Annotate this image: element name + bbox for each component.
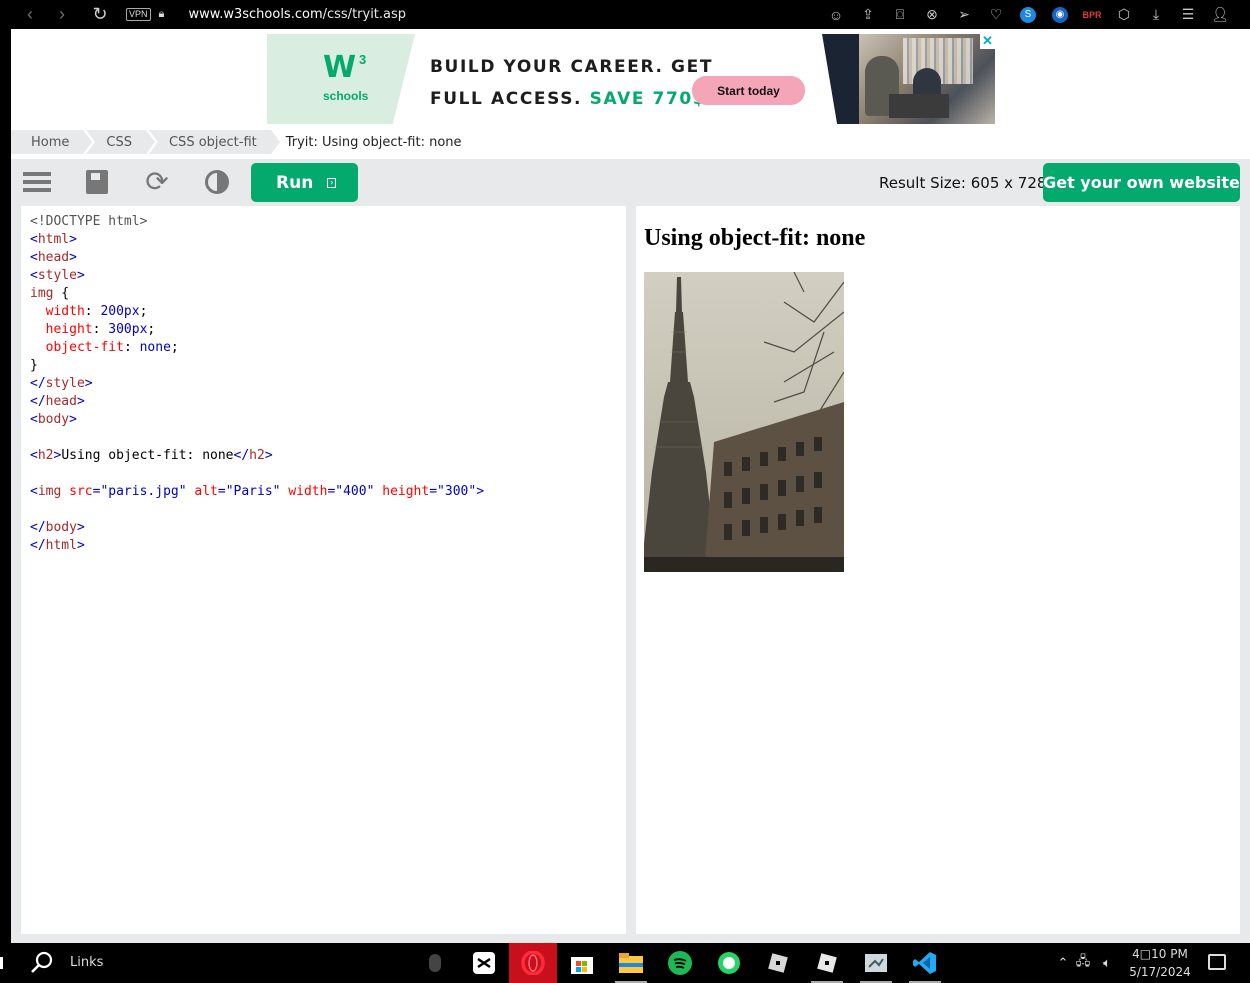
search-icon[interactable]	[29, 950, 55, 976]
code-line: <head>	[30, 250, 77, 265]
vpn-badge[interactable]: VPN	[126, 8, 151, 21]
code-line: </style>	[30, 376, 93, 391]
run-arrow-icon: ›	[327, 177, 337, 188]
volume-icon[interactable]: 🔈︎	[1095, 955, 1119, 971]
ad-save-text: SAVE 770$	[589, 89, 707, 109]
heart-icon[interactable]: ♡	[980, 5, 1012, 25]
ad-headline-prefix: FULL ACCESS.	[430, 89, 590, 109]
ad-banner[interactable]: W 3 schools BUILD YOUR CAREER. GET FULL …	[267, 34, 995, 124]
clock-date: 5/17/2024	[1129, 965, 1191, 979]
download-icon[interactable]: ⤓	[1140, 5, 1172, 25]
ad-headline: BUILD YOUR CAREER. GET FULL ACCESS. SAVE…	[430, 51, 713, 115]
get-your-own-website-button[interactable]: Get your own website	[1043, 163, 1240, 202]
vscode-icon[interactable]	[901, 943, 949, 983]
logo-superscript: 3	[359, 52, 367, 67]
ad-headline-line2: FULL ACCESS. SAVE 770$	[430, 83, 713, 115]
ad-close-icon[interactable]: ✕	[980, 34, 995, 49]
forward-icon[interactable]: ›	[46, 4, 78, 25]
browser-toolbar: ‹ › ↻ VPN 🔒︎ www.w3schools.com/css/tryit…	[0, 0, 1250, 29]
network-icon[interactable]: 🖧︎	[1071, 952, 1095, 974]
code-line: </body>	[30, 520, 85, 535]
save-icon[interactable]	[81, 166, 113, 198]
capcut-icon[interactable]	[460, 943, 508, 983]
result-heading: Using object-fit: none	[644, 225, 866, 251]
reload-icon[interactable]: ↻	[84, 4, 116, 25]
breadcrumb-css-object-fit[interactable]: CSS object-fit	[148, 130, 280, 154]
code-line: img {	[30, 286, 70, 301]
camera-icon[interactable]: ⌼	[884, 5, 916, 25]
tryit-page: W 3 schools BUILD YOUR CAREER. GET FULL …	[11, 29, 1250, 943]
emoji-icon[interactable]: ☺	[820, 5, 852, 25]
extension-blue-icon[interactable]: S	[1012, 5, 1044, 25]
share-icon[interactable]: ⇪	[852, 5, 884, 25]
spotify-icon[interactable]	[656, 943, 704, 983]
code-line: }	[30, 358, 38, 373]
contrast-icon[interactable]	[201, 166, 233, 198]
send-icon[interactable]: ➢	[948, 5, 980, 25]
url-host: www.w3schools.com	[188, 7, 323, 22]
notification-icon[interactable]	[1208, 954, 1226, 970]
code-line: <h2>Using object-fit: none</h2>	[30, 448, 273, 463]
ad-logo-panel: W 3 schools	[267, 34, 415, 124]
roblox-studio-icon[interactable]	[803, 943, 851, 983]
snipping-tool-icon[interactable]	[852, 943, 900, 983]
bpr-extension-icon[interactable]: BPR	[1076, 5, 1108, 25]
code-line: object-fit: none;	[45, 340, 179, 355]
file-explorer-icon[interactable]	[607, 943, 655, 983]
start-today-button[interactable]: Start today	[692, 76, 805, 105]
clock-time: 4□10 PM	[1132, 947, 1188, 961]
run-button[interactable]: Run ›	[251, 163, 358, 202]
back-icon[interactable]: ‹	[14, 4, 46, 25]
mouse-app-icon[interactable]	[411, 943, 459, 983]
cube-icon[interactable]: ⬡	[1108, 5, 1140, 25]
extension-circle-icon[interactable]: ◉	[1044, 5, 1076, 25]
code-line: </html>	[30, 538, 85, 553]
w3schools-logo: W 3	[323, 50, 367, 85]
paris-image	[644, 272, 844, 572]
tryit-toolbar: ⟳ Run › Result Size: 605 x 728 Get your o…	[11, 159, 1250, 205]
code-line: <!DOCTYPE html>	[30, 214, 148, 229]
breadcrumb-css[interactable]: CSS	[86, 130, 155, 154]
menu-lines-icon[interactable]: ☰	[1172, 5, 1204, 25]
code-line: <style>	[30, 268, 85, 283]
code-line: <img src="paris.jpg" alt="Paris" width="…	[30, 484, 485, 499]
window-left-edge	[0, 29, 11, 943]
rotate-icon[interactable]: ⟳	[141, 166, 173, 198]
result-size: Result Size: 605 x 728	[879, 174, 1047, 192]
opera-icon[interactable]	[509, 943, 557, 983]
start-button[interactable]	[0, 957, 3, 969]
taskbar-clock[interactable]: 4□10 PM 5/17/2024	[1128, 945, 1192, 981]
profile-icon[interactable]: 👤︎	[1204, 5, 1236, 25]
code-line: <html>	[30, 232, 77, 247]
system-tray: ⌃ 🖧︎ 🔈︎	[1055, 943, 1119, 983]
breadcrumb-current: Tryit: Using object-fit: none	[285, 134, 462, 150]
logo-text: schools	[323, 89, 369, 103]
code-line: <body>	[30, 412, 77, 427]
address-bar[interactable]: www.w3schools.com/css/tryit.asp	[189, 7, 407, 22]
code-editor[interactable]: <!DOCTYPE html> <html> <head> <style> img { …	[21, 206, 626, 934]
roblox-icon[interactable]	[754, 943, 802, 983]
result-pane[interactable]: Using object-fit: none	[636, 206, 1240, 934]
breadcrumb: Home CSS CSS object-fit Tryit: Using obj…	[11, 130, 462, 154]
browser-extension-icons: ☺ ⇪ ⌼ ⊗ ➢ ♡ S ◉ BPR ⬡ ⤓ ☰ 👤︎	[820, 0, 1236, 29]
adblock-icon[interactable]: ⊗	[916, 5, 948, 25]
ad-photo	[859, 34, 995, 124]
whatsapp-icon[interactable]	[705, 943, 753, 983]
code-line: </head>	[30, 394, 85, 409]
taskbar-search-label[interactable]: Links	[70, 955, 103, 970]
menu-icon[interactable]	[21, 166, 53, 198]
windows-taskbar: Links ⌃ 🖧︎ 🔈︎ 4□10 PM 5/17/2024	[0, 943, 1250, 983]
url-path: /css/tryit.asp	[322, 7, 407, 22]
breadcrumb-home[interactable]: Home	[11, 130, 93, 154]
lock-icon[interactable]: 🔒︎	[159, 8, 171, 22]
code-line: height: 300px;	[45, 322, 156, 337]
chevron-up-icon[interactable]: ⌃	[1055, 955, 1071, 971]
microsoft-store-icon[interactable]	[558, 943, 606, 983]
ad-headline-line1: BUILD YOUR CAREER. GET	[430, 57, 714, 77]
code-line: width: 200px;	[45, 304, 148, 319]
run-label: Run	[276, 172, 314, 193]
